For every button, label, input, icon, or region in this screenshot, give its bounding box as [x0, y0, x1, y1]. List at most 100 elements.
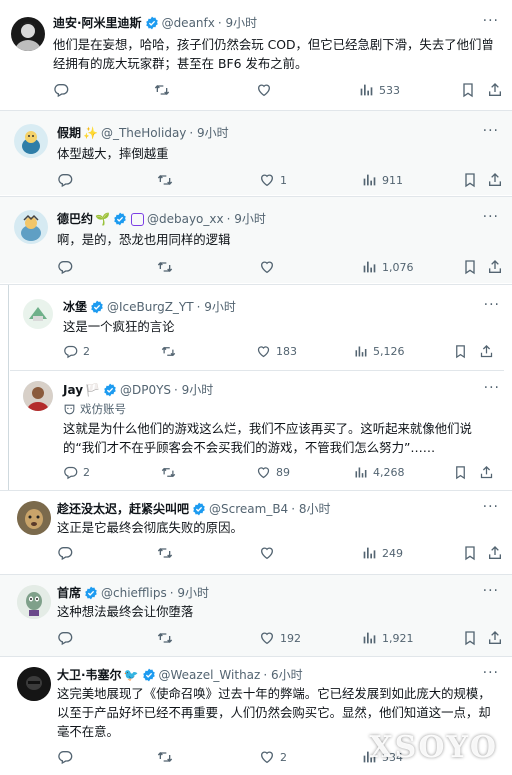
reply-button[interactable] — [57, 749, 78, 765]
retweet-button[interactable] — [157, 749, 178, 765]
author-name[interactable]: 趁还没太迟，赶紧尖叫吧 — [57, 501, 189, 517]
avatar[interactable] — [17, 667, 51, 701]
bookmark-icon — [460, 82, 476, 98]
author-handle[interactable]: @Scream_B4 — [209, 501, 288, 517]
tweet-time[interactable]: · 6小时 — [263, 667, 302, 683]
author-name[interactable]: 德巴约 — [57, 211, 93, 227]
author-name[interactable]: 大卫·韦塞尔 — [57, 667, 122, 683]
more-options-icon[interactable]: ··· — [484, 297, 500, 313]
retweet-button[interactable] — [157, 545, 178, 561]
like-button[interactable] — [256, 82, 277, 98]
share-button[interactable] — [479, 344, 494, 359]
retweet-icon — [157, 259, 173, 275]
views-button[interactable]: 249 — [361, 545, 403, 561]
avatar[interactable] — [14, 124, 48, 158]
author-name[interactable]: 迪安·阿米里迪斯 — [53, 15, 142, 31]
retweet-button[interactable] — [161, 465, 181, 480]
bookmark-button[interactable] — [462, 259, 478, 275]
author-name[interactable]: Jay — [63, 382, 83, 398]
like-button[interactable]: 2 — [259, 749, 287, 765]
retweet-button[interactable] — [161, 344, 181, 359]
views-icon — [353, 465, 368, 480]
more-options-icon[interactable]: ··· — [483, 499, 499, 515]
more-options-icon[interactable]: ··· — [483, 123, 499, 139]
tweet[interactable]: 假期 ✨ @_TheHoliday · 9小时 ··· 体型越大，摔倒越重 1 … — [0, 111, 512, 195]
author-handle[interactable]: @IceBurgZ_YT — [107, 299, 194, 315]
bookmark-button[interactable] — [453, 465, 468, 480]
tweet-time[interactable]: · 9小时 — [174, 382, 213, 398]
retweet-button[interactable] — [157, 259, 178, 275]
bookmark-button[interactable] — [462, 545, 478, 561]
avatar[interactable] — [17, 501, 51, 535]
like-button[interactable]: 89 — [256, 465, 290, 480]
author-name[interactable]: 首席 — [57, 585, 81, 601]
avatar[interactable] — [23, 381, 53, 411]
more-options-icon[interactable]: ··· — [483, 209, 499, 225]
tweet[interactable]: 迪安·阿米里迪斯 @deanfx · 9小时 ··· 他们是在妄想，哈哈，孩子们… — [0, 0, 512, 110]
bookmark-button[interactable] — [460, 82, 476, 98]
tweet-time[interactable]: · 9小时 — [227, 211, 266, 227]
like-button[interactable]: 183 — [256, 344, 297, 359]
views-button[interactable]: 1,076 — [361, 259, 414, 275]
tweet-time[interactable]: · 8小时 — [291, 501, 330, 517]
views-button[interactable]: 5,126 — [353, 344, 405, 359]
views-icon — [361, 172, 377, 188]
bookmark-button[interactable] — [462, 630, 478, 646]
author-handle[interactable]: @DP0YS — [120, 382, 171, 398]
tweet[interactable]: 冰堡 @IceBurgZ_YT · 9小时 ··· 这是一个疯狂的言论 2 18… — [10, 287, 504, 369]
reply-button[interactable] — [57, 545, 78, 561]
bookmark-button[interactable] — [462, 172, 478, 188]
avatar[interactable] — [14, 210, 48, 244]
tweet[interactable]: Jay 🏳️ @DP0YS · 9小时 ··· 戏仿账号 这就是为什么他们的游戏… — [10, 371, 504, 489]
avatar[interactable] — [11, 17, 45, 51]
views-button[interactable]: 533 — [358, 82, 400, 98]
views-button[interactable]: 4,268 — [353, 465, 405, 480]
sparkle-icon: ✨ — [83, 126, 98, 140]
retweet-icon — [157, 630, 173, 646]
author-handle[interactable]: @deanfx — [162, 15, 215, 31]
like-button[interactable]: 192 — [259, 630, 301, 646]
more-options-icon[interactable]: ··· — [484, 380, 500, 396]
share-button[interactable] — [487, 630, 503, 646]
views-button[interactable]: 1,921 — [361, 630, 414, 646]
tweet-time[interactable]: · 9小时 — [197, 299, 236, 315]
share-button[interactable] — [487, 259, 503, 275]
reply-button[interactable]: 2 — [63, 465, 90, 480]
tweet[interactable]: 德巴约 🌱 @debayo_xx · 9小时 ··· 啊，是的，恐龙也用同样的逻… — [0, 197, 512, 283]
reply-button[interactable] — [57, 630, 78, 646]
tweet-time[interactable]: · 9小时 — [189, 125, 228, 141]
like-button[interactable] — [259, 545, 280, 561]
reply-button[interactable]: 2 — [63, 344, 90, 359]
retweet-button[interactable] — [154, 82, 175, 98]
like-button[interactable]: 1 — [259, 172, 287, 188]
tweet[interactable]: 首席 @chiefflips · 9小时 ··· 这种想法最终会让你堕落 192… — [0, 575, 512, 656]
more-options-icon[interactable]: ··· — [483, 665, 499, 681]
views-button[interactable]: 911 — [361, 172, 403, 188]
tweet-time[interactable]: · 9小时 — [218, 15, 257, 31]
author-handle[interactable]: @Weazel_Withaz — [159, 667, 261, 683]
like-button[interactable] — [259, 259, 280, 275]
tweet[interactable]: 趁还没太迟，赶紧尖叫吧 @Scream_B4 · 8小时 ··· 这正是它最终会… — [0, 491, 512, 574]
reply-button[interactable] — [57, 259, 78, 275]
share-icon — [487, 82, 503, 98]
retweet-button[interactable] — [157, 172, 178, 188]
author-handle[interactable]: @_TheHoliday — [101, 125, 186, 141]
more-options-icon[interactable]: ··· — [483, 13, 499, 29]
tweet-time[interactable]: · 9小时 — [170, 585, 209, 601]
reply-button[interactable] — [57, 172, 78, 188]
reply-icon — [53, 82, 69, 98]
share-button[interactable] — [487, 82, 503, 98]
avatar[interactable] — [23, 299, 53, 329]
reply-button[interactable] — [53, 82, 74, 98]
more-options-icon[interactable]: ··· — [483, 583, 499, 599]
author-handle[interactable]: @chiefflips — [101, 585, 167, 601]
share-button[interactable] — [479, 465, 494, 480]
retweet-button[interactable] — [157, 630, 178, 646]
avatar[interactable] — [17, 585, 51, 619]
author-name[interactable]: 冰堡 — [63, 299, 87, 315]
author-handle[interactable]: @debayo_xx — [147, 211, 224, 227]
bookmark-button[interactable] — [453, 344, 468, 359]
share-button[interactable] — [487, 545, 503, 561]
share-button[interactable] — [487, 172, 503, 188]
author-name[interactable]: 假期 — [57, 125, 81, 141]
